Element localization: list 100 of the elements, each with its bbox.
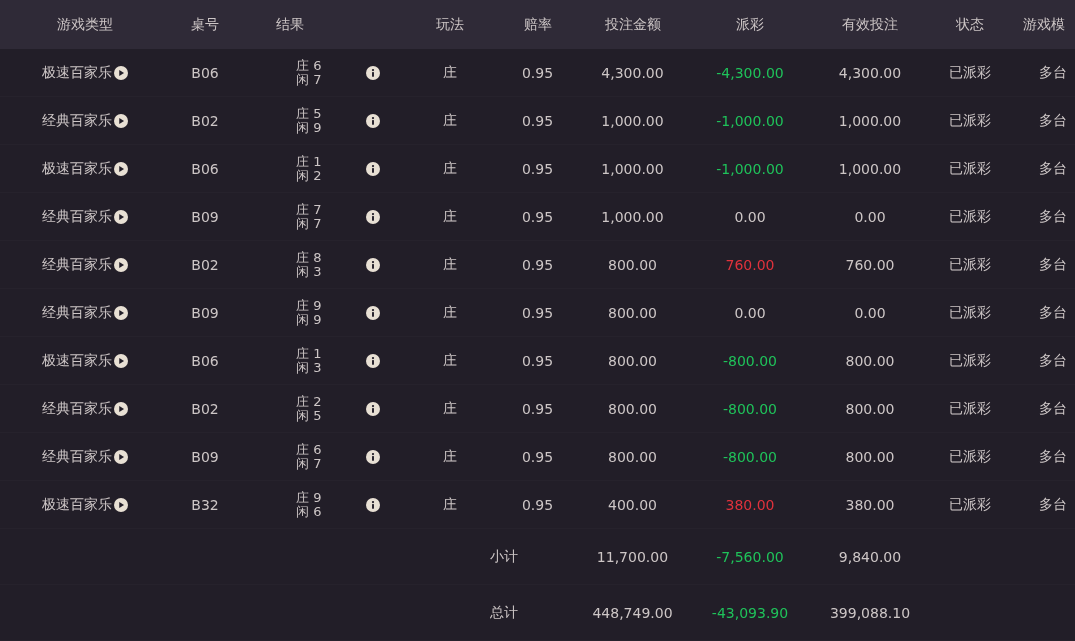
play-icon[interactable] [114,113,128,128]
bet-type: 庄 [443,111,457,130]
info-icon[interactable] [365,497,380,512]
bet-type: 庄 [443,207,457,226]
column-header: 结果 [276,15,304,34]
table-number: B06 [191,64,219,81]
summary-label: 小计 [490,547,518,566]
game-mode: 多台 [1039,399,1067,418]
play-icon[interactable] [114,209,128,224]
payout: -800.00 [722,448,777,465]
play-icon[interactable] [114,65,128,80]
odds: 0.95 [521,256,554,273]
bet-type: 庄 [443,447,457,466]
info-icon[interactable] [365,353,380,368]
info-icon[interactable] [365,305,380,320]
status: 已派彩 [949,351,991,370]
result-line: 闲 5 [296,408,322,423]
odds: 0.95 [521,352,554,369]
status: 已派彩 [949,447,991,466]
game-type: 极速百家乐 [42,63,112,82]
bet-type: 庄 [443,255,457,274]
bet-amount: 1,000.00 [601,208,664,225]
info-icon[interactable] [365,113,380,128]
payout-total: -43,093.90 [711,604,789,621]
play-icon[interactable] [114,257,128,272]
payout: -1,000.00 [716,112,784,129]
odds: 0.95 [521,64,554,81]
game-mode: 多台 [1039,255,1067,274]
play-icon[interactable] [114,401,128,416]
play-icon[interactable] [114,353,128,368]
bet-type: 庄 [443,495,457,514]
game-mode: 多台 [1039,303,1067,322]
game-type: 经典百家乐 [42,111,112,130]
game-mode: 多台 [1039,63,1067,82]
bet-amount: 1,000.00 [601,112,664,129]
result-line: 庄 1 [296,346,322,361]
info-icon[interactable] [365,209,380,224]
table-number: B09 [191,304,219,321]
bet-amount: 800.00 [608,448,657,465]
payout: -1,000.00 [716,160,784,177]
column-header: 桌号 [191,15,219,34]
payout: 0.00 [734,304,766,321]
result-line: 闲 9 [296,120,322,135]
status: 已派彩 [949,63,991,82]
odds: 0.95 [521,400,554,417]
status: 已派彩 [949,255,991,274]
summary-label: 总计 [490,603,518,622]
bet-type: 庄 [443,303,457,322]
status: 已派彩 [949,303,991,322]
status: 已派彩 [949,111,991,130]
play-icon[interactable] [114,305,128,320]
valid-bet-total: 9,840.00 [838,548,902,565]
game-type: 经典百家乐 [42,207,112,226]
play-icon[interactable] [114,449,128,464]
table-number: B02 [191,256,219,273]
result-line: 庄 8 [296,250,322,265]
odds: 0.95 [521,496,554,513]
bet-total: 11,700.00 [596,548,669,565]
status: 已派彩 [949,399,991,418]
odds: 0.95 [521,160,554,177]
valid-bet: 0.00 [854,208,886,225]
bet-amount: 800.00 [608,304,657,321]
info-icon[interactable] [365,401,380,416]
play-icon[interactable] [114,161,128,176]
info-icon[interactable] [365,65,380,80]
info-icon[interactable] [365,161,380,176]
game-type: 经典百家乐 [42,399,112,418]
valid-bet-total: 399,088.10 [829,604,911,621]
payout-total: -7,560.00 [716,548,784,565]
valid-bet: 800.00 [845,448,895,465]
bet-type: 庄 [443,63,457,82]
result-line: 庄 5 [296,106,322,121]
table-number: B32 [191,496,219,513]
payout: 380.00 [725,496,775,513]
odds: 0.95 [521,304,554,321]
info-icon[interactable] [365,449,380,464]
payout: 0.00 [734,208,766,225]
result-line: 庄 2 [296,394,322,409]
valid-bet: 4,300.00 [838,64,902,81]
info-icon[interactable] [365,257,380,272]
valid-bet: 380.00 [845,496,895,513]
status: 已派彩 [949,495,991,514]
payout: -800.00 [722,400,777,417]
payout: -4,300.00 [716,64,784,81]
game-type: 极速百家乐 [42,159,112,178]
game-mode: 多台 [1039,159,1067,178]
valid-bet: 800.00 [845,352,895,369]
game-mode: 多台 [1039,495,1067,514]
result-line: 庄 9 [296,298,322,313]
game-mode: 多台 [1039,111,1067,130]
status: 已派彩 [949,207,991,226]
valid-bet: 1,000.00 [838,112,902,129]
odds: 0.95 [521,448,554,465]
play-icon[interactable] [114,497,128,512]
valid-bet: 0.00 [854,304,886,321]
valid-bet: 800.00 [845,400,895,417]
column-header: 游戏模 [1023,15,1065,34]
status: 已派彩 [949,159,991,178]
column-header: 游戏类型 [57,15,113,34]
result-line: 闲 3 [296,264,322,279]
